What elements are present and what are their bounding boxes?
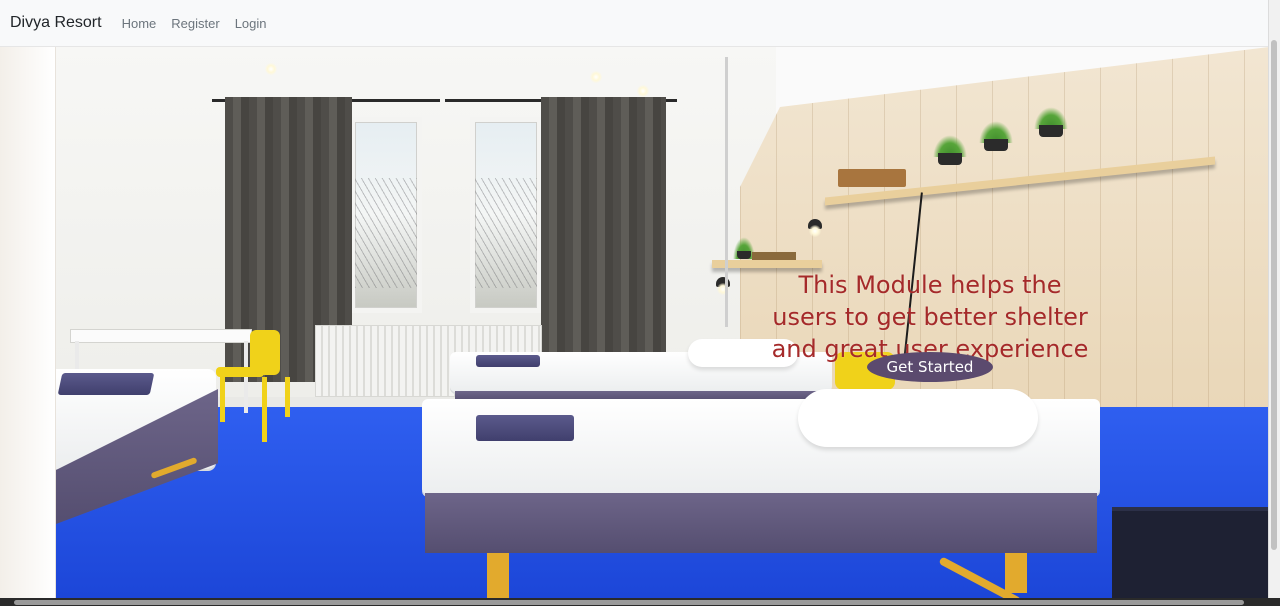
hero-headline-line: This Module helps the bbox=[798, 271, 1062, 299]
page: Divya Resort Home Register Login This Mo… bbox=[0, 0, 1280, 606]
brand-link[interactable]: Divya Resort bbox=[10, 14, 102, 32]
nav-link-register[interactable]: Register bbox=[171, 16, 219, 31]
top-navbar: Divya Resort Home Register Login bbox=[0, 0, 1269, 47]
horizontal-scrollbar-thumb[interactable] bbox=[14, 600, 1244, 605]
vertical-scrollbar-thumb[interactable] bbox=[1271, 40, 1277, 550]
get-started-button[interactable]: Get Started bbox=[867, 352, 993, 382]
vertical-scrollbar[interactable] bbox=[1268, 0, 1280, 598]
hero-section: This Module helps the users to get bette… bbox=[0, 47, 1269, 598]
nav-links: Home Register Login bbox=[122, 16, 267, 31]
nav-link-home[interactable]: Home bbox=[122, 16, 157, 31]
nav-link-login[interactable]: Login bbox=[235, 16, 267, 31]
hero-headline-line: users to get better shelter bbox=[772, 303, 1088, 331]
hero-headline: This Module helps the users to get bette… bbox=[740, 269, 1120, 365]
horizontal-scrollbar[interactable] bbox=[0, 598, 1280, 606]
